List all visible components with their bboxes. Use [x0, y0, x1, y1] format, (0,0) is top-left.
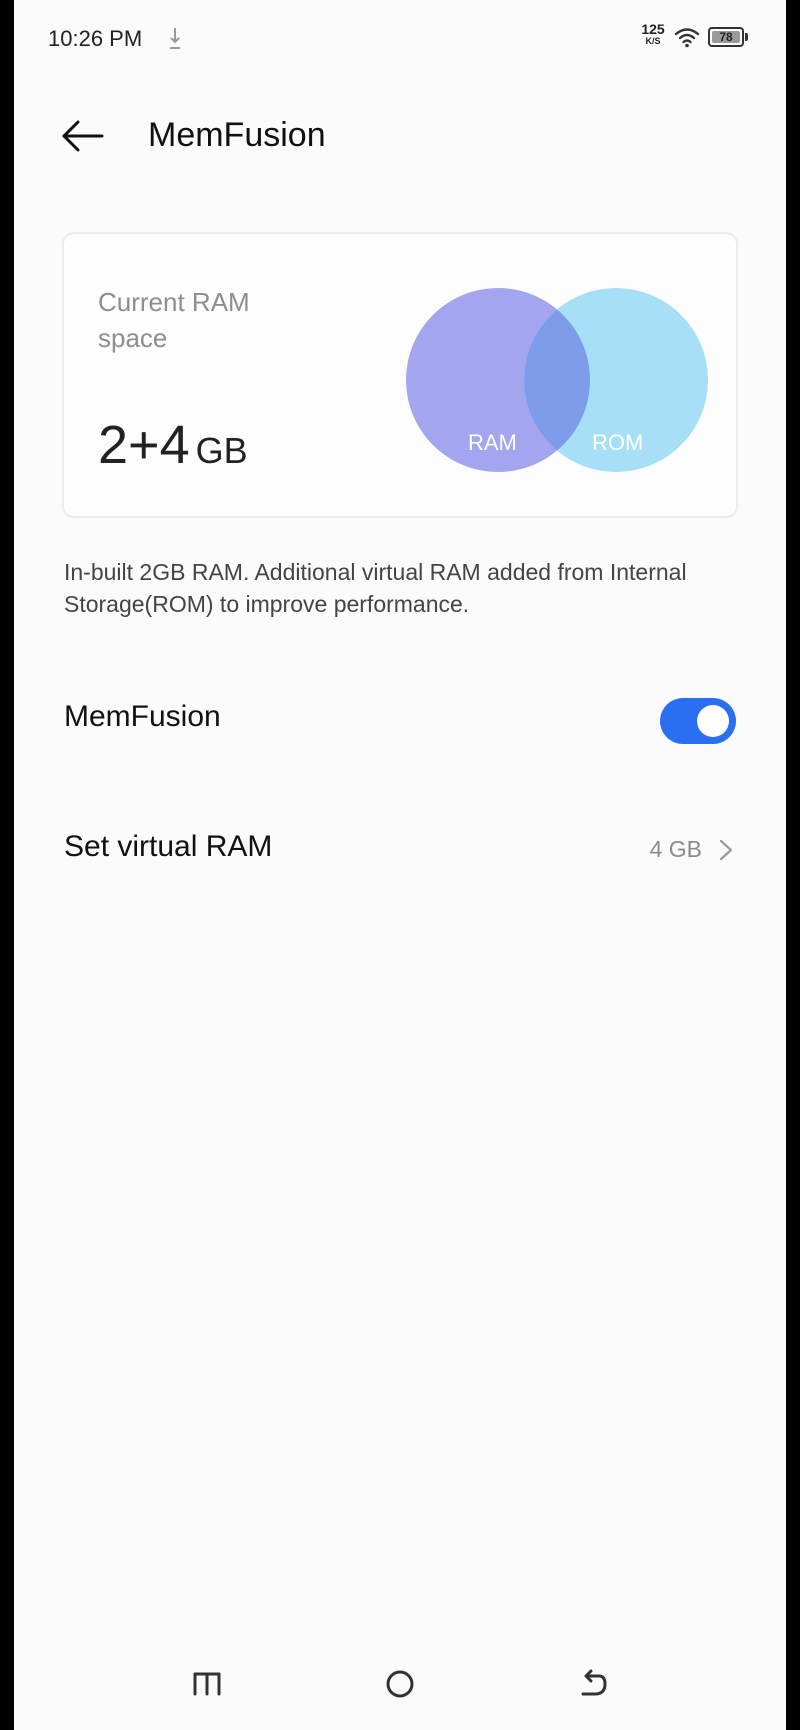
- venn-rom-label: ROM: [592, 430, 643, 455]
- nav-menu-button[interactable]: [183, 1660, 231, 1708]
- venn-ram-label: RAM: [468, 430, 517, 455]
- status-time: 10:26 PM: [48, 26, 143, 51]
- memfusion-toggle[interactable]: [660, 698, 736, 744]
- ram-rom-venn-diagram: RAM ROM: [406, 288, 708, 472]
- memfusion-description: In-built 2GB RAM. Additional virtual RAM…: [64, 559, 687, 617]
- download-icon: [170, 28, 180, 49]
- network-speed-value: 125: [641, 21, 665, 37]
- nav-back-button[interactable]: [569, 1660, 617, 1708]
- home-icon: [386, 1670, 414, 1698]
- page-title: MemFusion: [148, 116, 326, 154]
- ram-value: 2+4 GB: [98, 414, 248, 476]
- memfusion-setting-row[interactable]: MemFusion: [64, 684, 736, 754]
- nav-home-button[interactable]: [376, 1660, 424, 1708]
- network-speed: 125 K/S: [638, 22, 668, 46]
- battery-fill: 78: [712, 31, 740, 43]
- battery-tip: [745, 33, 748, 41]
- network-speed-unit: K/S: [645, 36, 661, 46]
- status-bar: 10:26 PM 125 K/S 78: [14, 0, 786, 78]
- memfusion-label: MemFusion: [64, 700, 221, 733]
- battery-icon: 78: [708, 27, 744, 47]
- menu-icon: [193, 1672, 221, 1696]
- battery-level: 78: [719, 30, 733, 44]
- back-icon: [581, 1669, 607, 1696]
- arrow-left-icon: [62, 120, 104, 152]
- chevron-right-icon: [719, 839, 733, 861]
- set-virtual-ram-row[interactable]: Set virtual RAM 4 GB: [64, 814, 736, 884]
- navigation-bar: [14, 1640, 786, 1730]
- ram-info-card: Current RAM space 2+4 GB RAM ROM: [62, 232, 738, 518]
- toggle-knob: [697, 705, 729, 737]
- ram-unit: GB: [195, 430, 248, 471]
- ram-amount: 2+4: [98, 415, 190, 475]
- screen: 10:26 PM 125 K/S 78 MemFusion Current RA…: [14, 0, 786, 1730]
- virtual-ram-value: 4 GB: [649, 836, 702, 862]
- back-button[interactable]: [58, 114, 110, 158]
- wifi-icon: [674, 28, 700, 48]
- current-ram-label: Current RAM space: [98, 287, 250, 353]
- set-virtual-ram-label: Set virtual RAM: [64, 830, 273, 863]
